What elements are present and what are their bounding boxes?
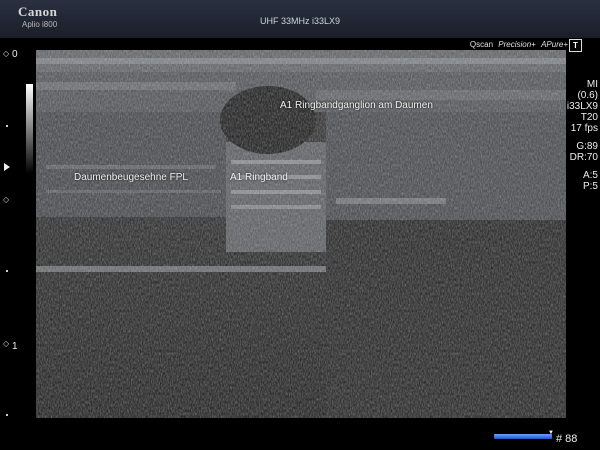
mode-indicators: Qscan Precision+ APure+ (470, 40, 568, 49)
a-label: A:5 (582, 170, 598, 181)
depth-label-top: 0 (12, 49, 18, 60)
qscan-label: Qscan (469, 40, 494, 49)
depth-marker-icon: ◇ (3, 195, 10, 204)
depth-tick (6, 414, 8, 416)
probe-label: i33LX9 (566, 101, 598, 112)
preset-label: T20 (580, 112, 598, 123)
header-bar: Canon Aplio i800 UHF 33MHz i33LX9 (0, 0, 600, 38)
depth-label-mid: 1 (12, 341, 18, 352)
apure-label: APure+ (541, 40, 568, 49)
depth-tick (6, 270, 8, 272)
t-mode-box: T (569, 39, 582, 52)
parameter-panel: MI (0.6) i33LX9 T20 17 fps G:89 DR:70 A:… (556, 79, 598, 192)
fps-label: 17 fps (570, 123, 598, 134)
depth-marker-icon: ◇ (3, 339, 10, 348)
ultrasound-image[interactable]: A1 Ringbandganglion am Daumen Daumenbeug… (36, 50, 566, 418)
mi-label: MI (586, 79, 598, 90)
cine-marker-icon: ▼ (548, 430, 554, 436)
gain-label: G:89 (576, 141, 598, 152)
p-label: P:5 (582, 181, 598, 192)
focus-marker-icon[interactable] (4, 163, 10, 171)
frame-number: # 88 (556, 433, 578, 445)
tendon-annotation: Daumenbeugesehne FPL (74, 172, 188, 183)
dynamic-range-label: DR:70 (569, 152, 598, 163)
ganglion-annotation: A1 Ringbandganglion am Daumen (280, 100, 433, 111)
mi-value: (0.6) (577, 90, 598, 101)
depth-tick (6, 125, 8, 127)
cine-progress-bar[interactable] (494, 434, 552, 439)
pulley-annotation: A1 Ringband (230, 172, 288, 183)
probe-info: UHF 33MHz i33LX9 (259, 16, 341, 26)
gray-scale-bar (26, 84, 33, 174)
precision-label: Precision+ (498, 40, 536, 49)
depth-marker-icon: ◇ (3, 49, 10, 58)
